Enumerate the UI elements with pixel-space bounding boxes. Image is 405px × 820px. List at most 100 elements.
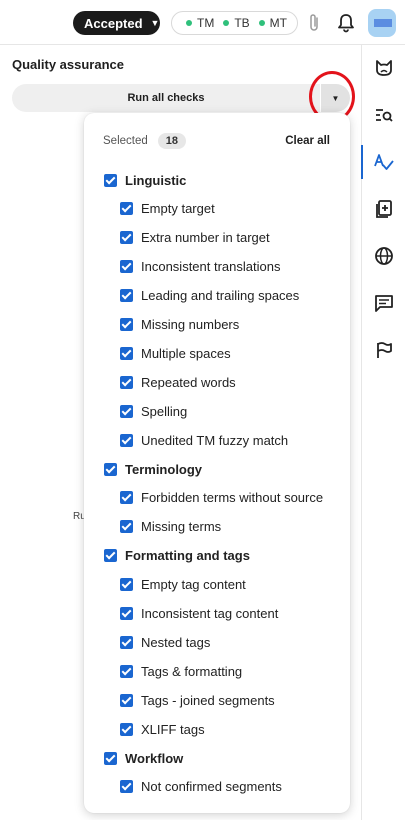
check-group-label: Terminology bbox=[125, 461, 203, 477]
resource-tm: TM bbox=[186, 16, 214, 30]
checkbox[interactable] bbox=[120, 346, 133, 360]
sidebar-item-cat[interactable] bbox=[362, 51, 405, 85]
checkbox[interactable] bbox=[120, 289, 133, 303]
check-option[interactable]: Unedited TM fuzzy match bbox=[120, 431, 288, 449]
checkbox[interactable] bbox=[104, 549, 117, 563]
check-option[interactable]: Repeated words bbox=[120, 373, 236, 391]
right-sidebar bbox=[361, 45, 405, 820]
check-option[interactable]: Tags - joined segments bbox=[120, 691, 275, 709]
sidebar-item-flag[interactable] bbox=[362, 333, 405, 367]
checkbox[interactable] bbox=[120, 722, 133, 736]
check-option-label: Not confirmed segments bbox=[141, 779, 282, 795]
check-option-label: Leading and trailing spaces bbox=[141, 288, 300, 304]
paperclip-icon[interactable] bbox=[307, 13, 323, 33]
checkbox[interactable] bbox=[120, 664, 133, 678]
checkbox[interactable] bbox=[120, 318, 133, 331]
checkbox[interactable] bbox=[120, 491, 133, 505]
check-option[interactable]: Tags & formatting bbox=[120, 662, 242, 680]
sidebar-item-globe[interactable] bbox=[362, 239, 405, 273]
check-option[interactable]: Multiple spaces bbox=[120, 344, 231, 362]
check-option-label: Tags - joined segments bbox=[141, 692, 275, 708]
checkbox[interactable] bbox=[120, 607, 133, 620]
check-option-label: Inconsistent tag content bbox=[141, 606, 279, 621]
checks-dropdown: Selected 18 Clear all Linguistic Empty ta… bbox=[84, 113, 350, 813]
checkbox[interactable] bbox=[120, 260, 133, 274]
check-option[interactable]: XLIFF tags bbox=[120, 720, 205, 738]
check-option[interactable]: Missing numbers bbox=[120, 316, 239, 334]
check-option[interactable]: Spelling bbox=[120, 402, 187, 420]
status-dropdown[interactable]: Accepted ▼ bbox=[73, 11, 160, 35]
check-option-label: Multiple spaces bbox=[141, 345, 231, 361]
status-dot-icon bbox=[223, 20, 230, 26]
checkbox[interactable] bbox=[120, 693, 133, 707]
comments-icon bbox=[375, 295, 393, 312]
sidebar-item-search[interactable] bbox=[362, 98, 405, 132]
search-list-icon bbox=[376, 109, 393, 122]
check-option-label: Unedited TM fuzzy match bbox=[141, 432, 289, 448]
checkbox[interactable] bbox=[120, 433, 133, 447]
clear-all-button[interactable]: Clear all bbox=[285, 135, 330, 147]
check-option-label: XLIFF tags bbox=[141, 721, 205, 737]
checkbox[interactable] bbox=[120, 578, 133, 592]
check-option[interactable]: Nested tags bbox=[120, 633, 210, 651]
checkbox[interactable] bbox=[104, 462, 117, 476]
run-all-checks-button[interactable]: Run all checks bbox=[12, 84, 320, 112]
avatar-image bbox=[374, 19, 392, 27]
clipboard-icon bbox=[376, 200, 392, 218]
checkbox[interactable] bbox=[120, 404, 133, 418]
check-option-label: Empty tag content bbox=[141, 577, 246, 593]
checkbox[interactable] bbox=[120, 375, 133, 389]
resource-indicators[interactable]: TM TB MT bbox=[171, 11, 298, 35]
page-title: Quality assurance bbox=[12, 57, 124, 72]
checkbox[interactable] bbox=[120, 202, 133, 216]
sidebar-item-qa[interactable] bbox=[361, 145, 405, 179]
check-group[interactable]: Linguistic bbox=[104, 171, 186, 189]
check-option[interactable]: Inconsistent tag content bbox=[120, 605, 278, 623]
selected-count-badge: 18 bbox=[157, 133, 187, 149]
resource-tb: TB bbox=[223, 16, 250, 30]
check-option-label: Missing numbers bbox=[141, 317, 240, 332]
sidebar-item-clipboard[interactable] bbox=[362, 192, 405, 226]
flag-icon bbox=[377, 342, 392, 358]
sidebar-item-comments[interactable] bbox=[362, 286, 405, 320]
resource-label: TB bbox=[234, 16, 250, 30]
status-dot-icon bbox=[186, 20, 192, 26]
check-option-label: Nested tags bbox=[141, 634, 211, 650]
check-option-label: Repeated words bbox=[141, 374, 236, 390]
status-label: Accepted bbox=[84, 15, 143, 31]
checkbox[interactable] bbox=[120, 520, 133, 534]
check-group-label: Formatting and tags bbox=[125, 548, 250, 564]
check-option[interactable]: Inconsistent translations bbox=[120, 258, 280, 276]
resource-mt: MT bbox=[258, 16, 287, 30]
chevron-down-icon: ▼ bbox=[150, 18, 160, 28]
check-group-label: Linguistic bbox=[125, 172, 187, 188]
check-option[interactable]: Leading and trailing spaces bbox=[120, 287, 299, 305]
cat-icon bbox=[376, 60, 392, 76]
dropdown-header: Selected 18 Clear all bbox=[103, 132, 330, 150]
globe-icon bbox=[375, 247, 393, 265]
check-option-label: Empty target bbox=[141, 201, 215, 217]
top-bar: Accepted ▼ TM TB MT bbox=[0, 0, 405, 45]
check-group[interactable]: Workflow bbox=[104, 749, 183, 767]
checkbox[interactable] bbox=[120, 635, 133, 649]
check-option-label: Extra number in target bbox=[141, 230, 270, 246]
check-option[interactable]: Empty target bbox=[120, 200, 215, 218]
bell-icon[interactable] bbox=[337, 13, 355, 33]
check-group[interactable]: Formatting and tags bbox=[104, 547, 250, 565]
checkbox[interactable] bbox=[104, 751, 117, 765]
avatar[interactable] bbox=[368, 9, 396, 37]
check-option[interactable]: Missing terms bbox=[120, 518, 221, 536]
run-options-toggle[interactable]: ▼ bbox=[321, 84, 350, 112]
checkbox[interactable] bbox=[120, 780, 133, 794]
check-group-label: Workflow bbox=[125, 750, 184, 766]
check-option[interactable]: Empty tag content bbox=[120, 576, 246, 594]
check-option[interactable]: Forbidden terms without source bbox=[120, 489, 323, 507]
checkbox[interactable] bbox=[120, 231, 133, 245]
check-option-label: Spelling bbox=[141, 403, 188, 419]
check-group[interactable]: Terminology bbox=[104, 460, 202, 478]
check-option[interactable]: Extra number in target bbox=[120, 229, 270, 247]
checkbox[interactable] bbox=[104, 173, 117, 187]
check-option[interactable]: Not confirmed segments bbox=[120, 778, 282, 796]
qa-spellcheck-icon bbox=[374, 154, 394, 170]
chevron-down-icon: ▼ bbox=[331, 93, 340, 103]
